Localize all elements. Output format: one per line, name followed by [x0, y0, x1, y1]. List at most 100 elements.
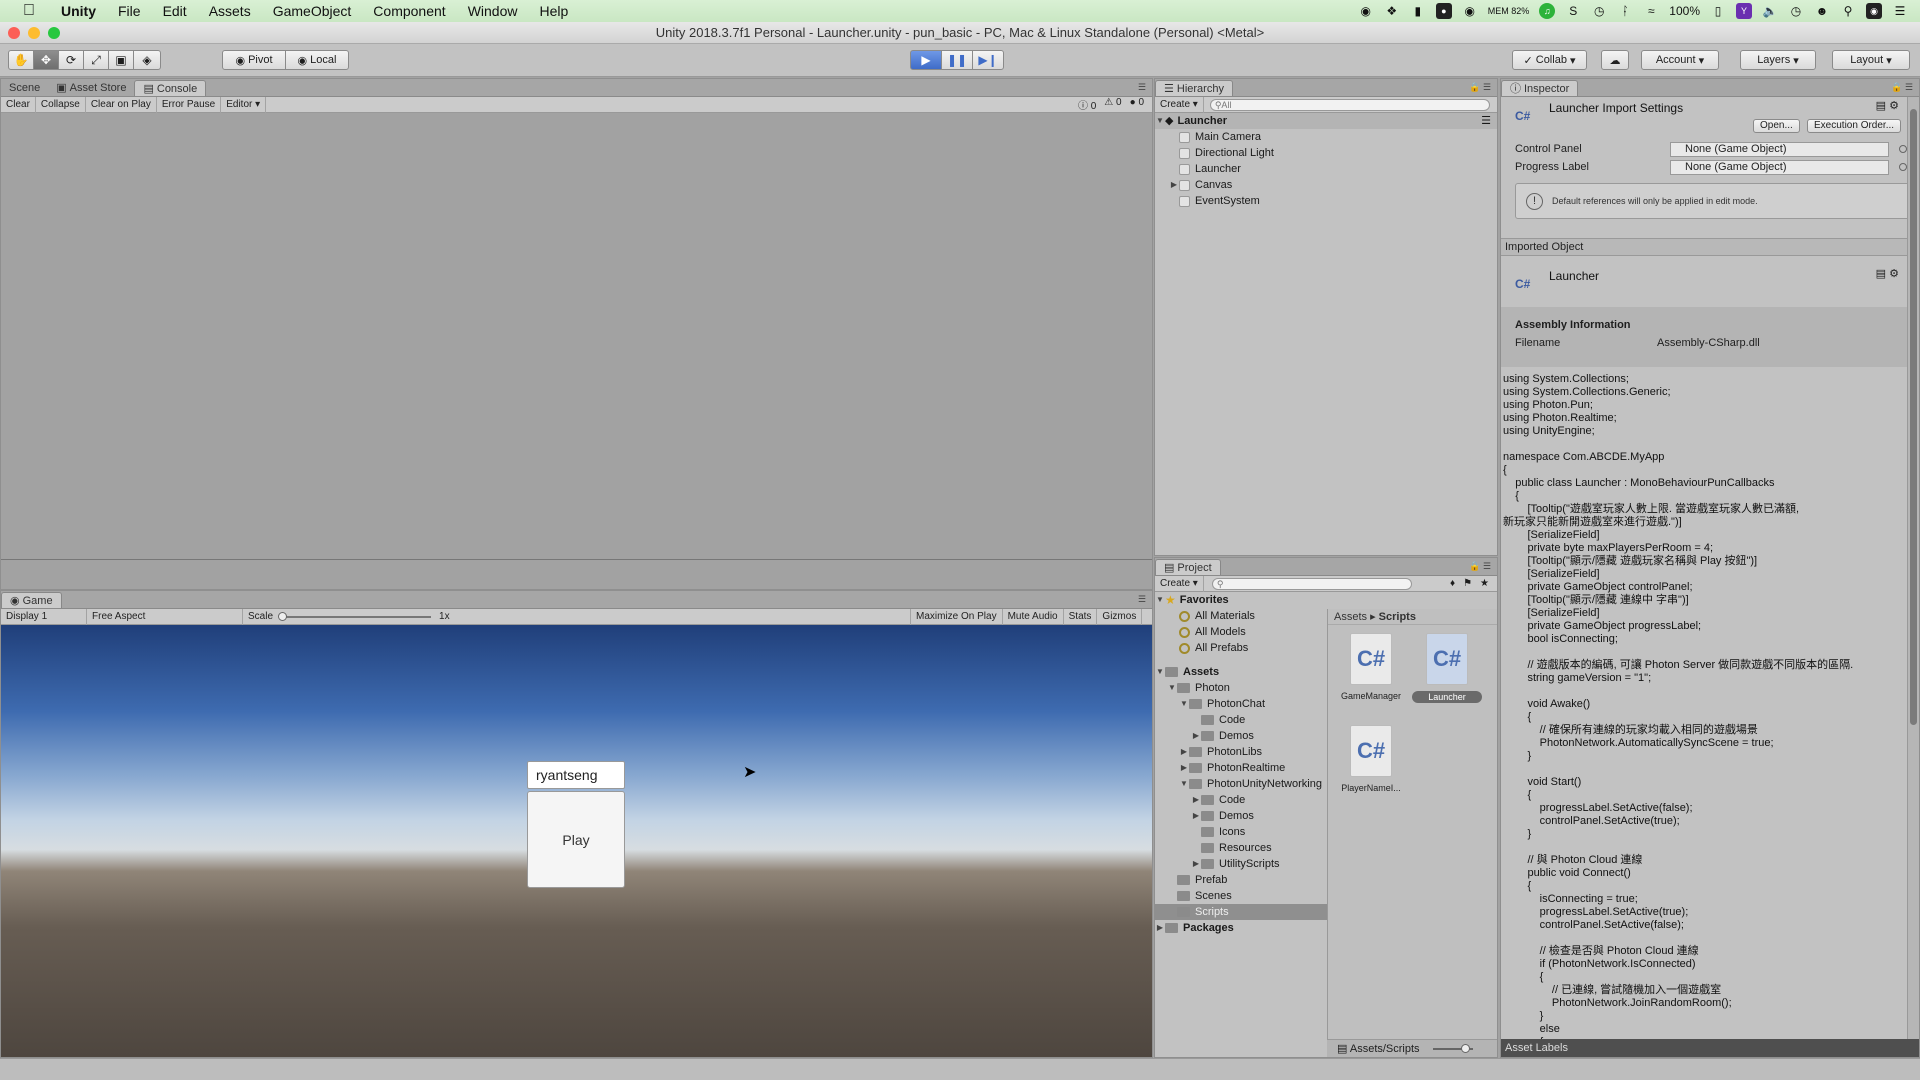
- notification-center-icon[interactable]: ☰: [1892, 3, 1908, 19]
- warning-count-toggle[interactable]: ⚠ 0: [1104, 97, 1121, 112]
- panel-menu-icon[interactable]: 🔒 ☰: [1469, 82, 1491, 93]
- chevron-right-icon[interactable]: ▶: [1191, 856, 1201, 872]
- gizmos-dropdown[interactable]: Gizmos: [1097, 608, 1143, 625]
- pause-icon[interactable]: ❚❚: [941, 50, 973, 70]
- spotlight-search-icon[interactable]: ⚲: [1840, 3, 1856, 19]
- folder-row[interactable]: Prefab: [1155, 872, 1327, 888]
- favorites-row[interactable]: ▼ ★ Favorites: [1155, 592, 1327, 608]
- app-icon[interactable]: ●: [1435, 3, 1452, 19]
- play-mode-icon[interactable]: ▶: [910, 50, 942, 70]
- play-button[interactable]: Play: [527, 791, 625, 888]
- yahoo-icon[interactable]: Y: [1736, 3, 1752, 19]
- chevron-right-icon[interactable]: ▶: [1191, 808, 1201, 824]
- clock-icon[interactable]: ◷: [1788, 3, 1804, 19]
- panel-menu-icon[interactable]: ☰: [1138, 82, 1146, 93]
- tab-asset-store[interactable]: ▣ Asset Store: [48, 80, 134, 96]
- panel-menu-icon[interactable]: ☰: [1138, 594, 1146, 605]
- scale-slider-thumb[interactable]: [278, 611, 288, 621]
- spotify-icon[interactable]: ♫: [1539, 3, 1556, 19]
- folder-row[interactable]: Code: [1155, 712, 1327, 728]
- account-dropdown[interactable]: Account ▾: [1641, 50, 1719, 70]
- folder-row[interactable]: ▶ UtilityScripts: [1155, 856, 1327, 872]
- chevron-down-icon[interactable]: ▼: [1155, 664, 1165, 680]
- favorite-item[interactable]: All Materials: [1155, 608, 1327, 624]
- panel-menu-icon[interactable]: 🔒 ☰: [1469, 561, 1491, 572]
- menu-edit[interactable]: Edit: [152, 3, 198, 19]
- hierarchy-item[interactable]: EventSystem: [1155, 193, 1497, 209]
- zoom-window-button[interactable]: [48, 27, 60, 39]
- folder-row[interactable]: ▶ Code: [1155, 792, 1327, 808]
- editor-dropdown[interactable]: Editor ▾: [221, 96, 267, 113]
- tab-hierarchy[interactable]: ☰ Hierarchy: [1155, 80, 1233, 96]
- apple-icon[interactable]: : [20, 2, 38, 20]
- filter-type-icon[interactable]: ♦: [1450, 578, 1455, 589]
- mute-audio-button[interactable]: Mute Audio: [1003, 608, 1064, 625]
- cloud-button[interactable]: ☁: [1601, 50, 1629, 70]
- help-book-icon[interactable]: ▤: [1876, 268, 1886, 280]
- hand-tool-icon[interactable]: ✋: [8, 50, 34, 70]
- folder-row[interactable]: ▶ Demos: [1155, 728, 1327, 744]
- menu-window[interactable]: Window: [457, 3, 529, 19]
- object-picker-icon[interactable]: [1899, 145, 1907, 153]
- icon-size-slider-thumb[interactable]: [1460, 1044, 1470, 1054]
- inspector-scrollbar[interactable]: [1907, 97, 1919, 1039]
- project-create-dropdown[interactable]: Create ▾: [1155, 575, 1204, 592]
- transform-tool-icon[interactable]: ◈: [133, 50, 161, 70]
- folder-row[interactable]: Scenes: [1155, 888, 1327, 904]
- player-name-input[interactable]: ryantseng: [527, 761, 625, 789]
- object-picker-icon[interactable]: [1899, 163, 1907, 171]
- folder-row[interactable]: ▼ PhotonUnityNetworking: [1155, 776, 1327, 792]
- close-window-button[interactable]: [8, 27, 20, 39]
- wifi-icon[interactable]: ≈: [1643, 3, 1659, 19]
- user-icon[interactable]: ☻: [1814, 3, 1830, 19]
- scale-slider[interactable]: [278, 611, 432, 621]
- filter-label-icon[interactable]: ⚑: [1463, 578, 1472, 589]
- menu-unity[interactable]: Unity: [50, 3, 107, 19]
- tab-project[interactable]: ▤ Project: [1155, 559, 1221, 575]
- layout-dropdown[interactable]: Layout ▾: [1832, 50, 1910, 70]
- display-dropdown[interactable]: Display 1: [1, 608, 87, 625]
- rect-tool-icon[interactable]: ▣: [108, 50, 134, 70]
- chevron-right-icon[interactable]: ▶: [1169, 177, 1179, 193]
- favorite-item[interactable]: All Models: [1155, 624, 1327, 640]
- folder-row[interactable]: Scripts: [1155, 904, 1327, 920]
- clear-on-play-button[interactable]: Clear on Play: [86, 96, 157, 113]
- breadcrumb-scripts[interactable]: Scripts: [1379, 611, 1416, 623]
- folder-row[interactable]: ▶ PhotonRealtime: [1155, 760, 1327, 776]
- aspect-dropdown[interactable]: Free Aspect: [87, 608, 243, 625]
- tab-game[interactable]: ◉ Game: [1, 592, 62, 608]
- panel-menu-icon[interactable]: 🔒 ☰: [1891, 82, 1913, 93]
- chevron-down-icon[interactable]: ▼: [1179, 696, 1189, 712]
- asset-item[interactable]: C# GameManager: [1336, 633, 1406, 701]
- hierarchy-item[interactable]: ▶ Canvas: [1155, 177, 1497, 193]
- dropbox-icon[interactable]: ❖: [1384, 3, 1400, 19]
- menu-file[interactable]: File: [107, 3, 152, 19]
- hierarchy-item[interactable]: Launcher: [1155, 161, 1497, 177]
- menu-gameobject[interactable]: GameObject: [262, 3, 363, 19]
- rotate-tool-icon[interactable]: ⟳: [58, 50, 84, 70]
- scrollbar-thumb[interactable]: [1910, 109, 1917, 725]
- packages-row[interactable]: ▶ Packages: [1155, 920, 1327, 936]
- menu-assets[interactable]: Assets: [198, 3, 262, 19]
- tab-inspector[interactable]: ⓘ Inspector: [1501, 80, 1579, 96]
- nvidia-icon[interactable]: ◉: [1462, 3, 1478, 19]
- step-icon[interactable]: ▶❙: [972, 50, 1004, 70]
- error-pause-button[interactable]: Error Pause: [157, 96, 222, 113]
- tab-scene[interactable]: Scene: [1, 80, 48, 96]
- bluetooth-icon[interactable]: ᛛ: [1617, 3, 1633, 19]
- asset-item-selected[interactable]: C# Launcher: [1412, 633, 1482, 703]
- layers-dropdown[interactable]: Layers ▾: [1740, 50, 1816, 70]
- minimize-window-button[interactable]: [28, 27, 40, 39]
- hierarchy-item[interactable]: Main Camera: [1155, 129, 1497, 145]
- stats-button[interactable]: Stats: [1064, 608, 1098, 625]
- siri-icon[interactable]: ◉: [1866, 3, 1882, 19]
- console-log-area[interactable]: [1, 113, 1152, 589]
- move-tool-icon[interactable]: ✥: [33, 50, 59, 70]
- time-machine-icon[interactable]: ◷: [1591, 3, 1607, 19]
- battery-percent[interactable]: 100%: [1669, 4, 1700, 18]
- assets-row[interactable]: ▼ Assets: [1155, 664, 1327, 680]
- asset-labels-bar[interactable]: Asset Labels: [1501, 1039, 1919, 1057]
- log-count-toggle[interactable]: ⓘ 0: [1078, 97, 1096, 112]
- chevron-down-icon[interactable]: ▼: [1155, 113, 1165, 129]
- settings-gear-icon[interactable]: ⚙: [1889, 100, 1899, 112]
